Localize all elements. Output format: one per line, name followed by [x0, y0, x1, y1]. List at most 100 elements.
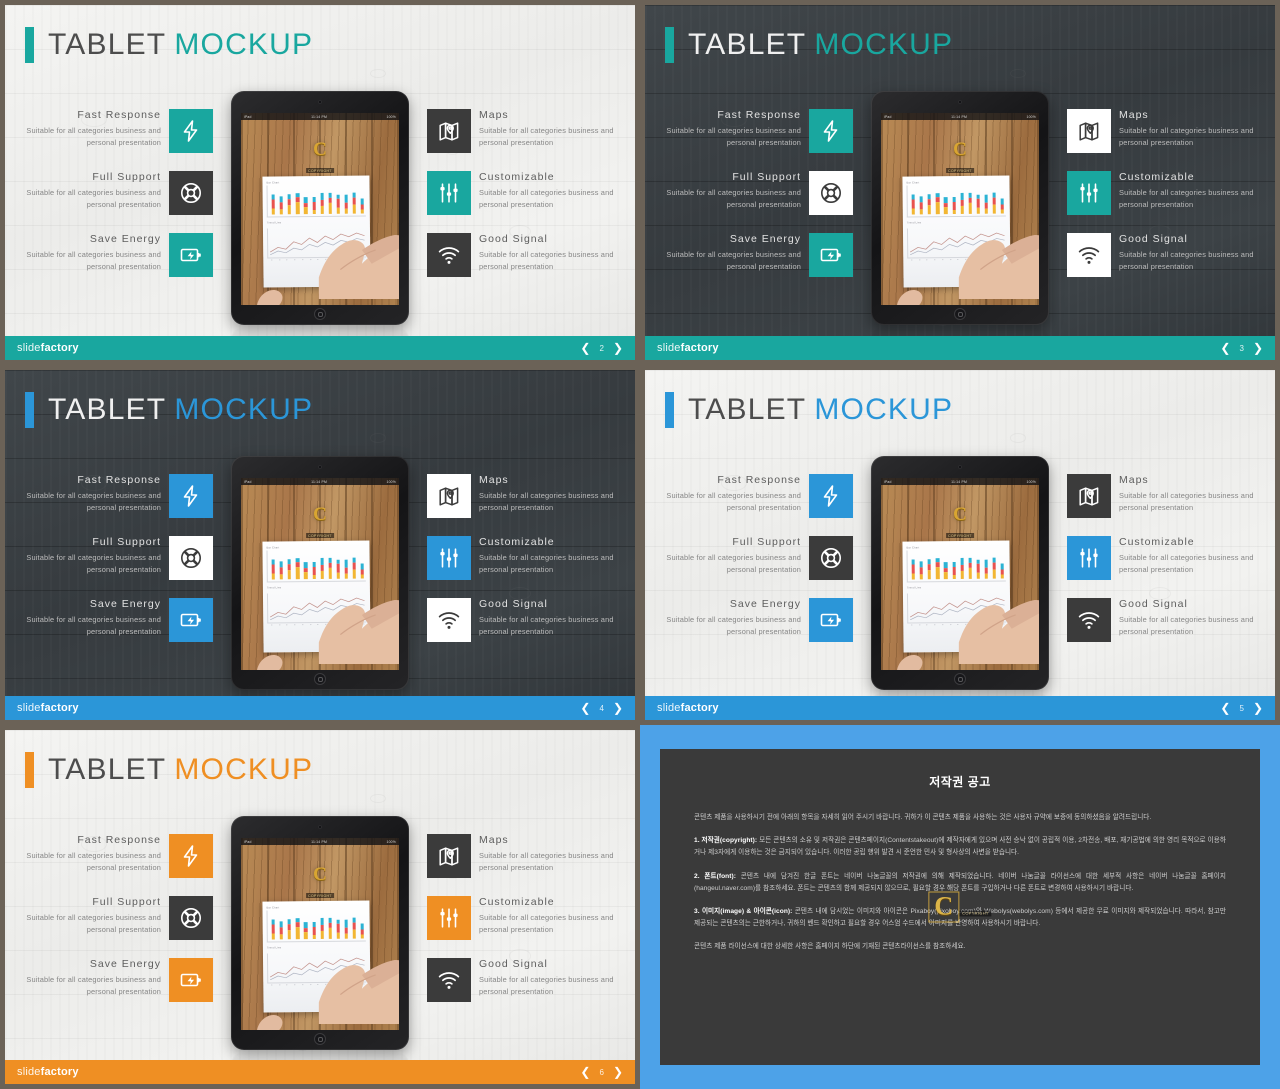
icon-box-map-pin-icon[interactable]: [427, 109, 471, 153]
feature-card-sliders[interactable]: Customizable Suitable for all categories …: [1067, 171, 1267, 215]
bar-group: [320, 918, 324, 940]
feature-card-battery-charge[interactable]: Save Energy Suitable for all categories b…: [653, 598, 853, 642]
feature-card-map-pin[interactable]: Maps Suitable for all categories business…: [427, 109, 627, 153]
bar-chart: [906, 184, 1007, 218]
feature-card-battery-charge[interactable]: Save Energy Suitable for all categories b…: [13, 598, 213, 642]
home-button[interactable]: [314, 308, 326, 320]
icon-box-wifi-icon[interactable]: [427, 233, 471, 277]
prev-slide-button[interactable]: ❮: [580, 702, 590, 714]
slide-blue-dark[interactable]: TABLET MOCKUP Fast Response Suitable for al…: [5, 370, 635, 720]
feature-card-lifebuoy[interactable]: Full Support Suitable for all categories …: [653, 171, 853, 215]
icon-box-map-pin-icon[interactable]: [427, 834, 471, 878]
feature-card-wifi[interactable]: Good Signal Suitable for all categories b…: [1067, 233, 1267, 277]
icon-box-bolt-icon[interactable]: [169, 474, 213, 518]
icon-box-map-pin-icon[interactable]: [427, 474, 471, 518]
thumbnail-cell[interactable]: TABLET MOCKUP Fast Response Suitable for al…: [640, 365, 1280, 725]
feature-card-battery-charge[interactable]: Save Energy Suitable for all categories b…: [13, 233, 213, 277]
feature-card-sliders[interactable]: Customizable Suitable for all categories …: [427, 896, 627, 940]
feature-card-map-pin[interactable]: Maps Suitable for all categories business…: [1067, 109, 1267, 153]
next-slide-button[interactable]: ❯: [613, 1066, 623, 1078]
icon-box-battery-charge-icon[interactable]: [169, 233, 213, 277]
icon-box-sliders-icon[interactable]: [1067, 536, 1111, 580]
slide-teal-dark[interactable]: TABLET MOCKUP Fast Response Suitable for al…: [645, 5, 1275, 360]
slide-title: TABLET MOCKUP: [25, 27, 313, 63]
icon-box-sliders-icon[interactable]: [427, 896, 471, 940]
thumbnail-cell[interactable]: TABLET MOCKUP Fast Response Suitable for al…: [0, 725, 640, 1089]
feature-card-wifi[interactable]: Good Signal Suitable for all categories b…: [1067, 598, 1267, 642]
prev-slide-button[interactable]: ❮: [1220, 702, 1230, 714]
next-slide-button[interactable]: ❯: [613, 342, 623, 354]
prev-slide-button[interactable]: ❮: [580, 1066, 590, 1078]
bar-group: [271, 919, 276, 940]
feature-card-bolt[interactable]: Fast Response Suitable for all categories…: [13, 109, 213, 153]
slide-teal-light[interactable]: TABLET MOCKUP Fast Response Suitable for al…: [5, 5, 635, 360]
tablet-device[interactable]: iPad 11:14 PM 100% Bar Chart Trend Line C COPY…: [871, 456, 1049, 690]
home-button[interactable]: [314, 1033, 326, 1045]
brand-part-2: factory: [40, 702, 79, 714]
thumbnail-cell[interactable]: TABLET MOCKUP Fast Response Suitable for al…: [0, 365, 640, 725]
icon-box-sliders-icon[interactable]: [427, 171, 471, 215]
feature-card-wifi[interactable]: Good Signal Suitable for all categories b…: [427, 598, 627, 642]
slide-blue-light[interactable]: TABLET MOCKUP Fast Response Suitable for al…: [645, 370, 1275, 720]
feature-card-map-pin[interactable]: Maps Suitable for all categories business…: [1067, 474, 1267, 518]
prev-slide-button[interactable]: ❮: [1220, 342, 1230, 354]
icon-box-wifi-icon[interactable]: [427, 958, 471, 1002]
feature-column-right: Maps Suitable for all categories business…: [427, 109, 627, 295]
feature-title: Fast Response: [717, 109, 801, 121]
icon-box-bolt-icon[interactable]: [809, 474, 853, 518]
feature-card-sliders[interactable]: Customizable Suitable for all categories …: [427, 536, 627, 580]
feature-card-lifebuoy[interactable]: Full Support Suitable for all categories …: [13, 896, 213, 940]
icon-box-battery-charge-icon[interactable]: [169, 958, 213, 1002]
icon-box-wifi-icon[interactable]: [1067, 233, 1111, 277]
icon-box-battery-charge-icon[interactable]: [169, 598, 213, 642]
icon-box-wifi-icon[interactable]: [1067, 598, 1111, 642]
home-button[interactable]: [954, 673, 966, 685]
icon-box-bolt-icon[interactable]: [169, 834, 213, 878]
icon-box-lifebuoy-icon[interactable]: [169, 536, 213, 580]
icon-box-lifebuoy-icon[interactable]: [809, 171, 853, 215]
tablet-device[interactable]: iPad 11:14 PM 100% Bar Chart Trend Line C COPY…: [871, 91, 1049, 325]
icon-box-lifebuoy-icon[interactable]: [169, 171, 213, 215]
icon-box-sliders-icon[interactable]: [1067, 171, 1111, 215]
feature-card-bolt[interactable]: Fast Response Suitable for all categories…: [653, 474, 853, 518]
icon-box-battery-charge-icon[interactable]: [809, 233, 853, 277]
tablet-device[interactable]: iPad 11:14 PM 100% Bar Chart Trend Line C COPY…: [231, 91, 409, 325]
feature-text: Full Support Suitable for all categories …: [659, 536, 809, 576]
feature-card-map-pin[interactable]: Maps Suitable for all categories business…: [427, 474, 627, 518]
icon-box-battery-charge-icon[interactable]: [809, 598, 853, 642]
prev-slide-button[interactable]: ❮: [580, 342, 590, 354]
feature-card-lifebuoy[interactable]: Full Support Suitable for all categories …: [13, 171, 213, 215]
feature-title: Full Support: [92, 896, 161, 908]
feature-card-lifebuoy[interactable]: Full Support Suitable for all categories …: [13, 536, 213, 580]
home-button[interactable]: [314, 673, 326, 685]
feature-card-battery-charge[interactable]: Save Energy Suitable for all categories b…: [13, 958, 213, 1002]
icon-box-map-pin-icon[interactable]: [1067, 474, 1111, 518]
next-slide-button[interactable]: ❯: [613, 702, 623, 714]
feature-card-bolt[interactable]: Fast Response Suitable for all categories…: [653, 109, 853, 153]
thumbnail-cell[interactable]: TABLET MOCKUP Fast Response Suitable for al…: [640, 0, 1280, 365]
icon-box-map-pin-icon[interactable]: [1067, 109, 1111, 153]
home-button[interactable]: [954, 308, 966, 320]
front-camera-icon: [318, 100, 322, 104]
thumbnail-cell[interactable]: TABLET MOCKUP Fast Response Suitable for al…: [0, 0, 640, 365]
next-slide-button[interactable]: ❯: [1253, 342, 1263, 354]
feature-card-wifi[interactable]: Good Signal Suitable for all categories b…: [427, 958, 627, 1002]
icon-box-bolt-icon[interactable]: [169, 109, 213, 153]
feature-card-map-pin[interactable]: Maps Suitable for all categories business…: [427, 834, 627, 878]
slide-orange-light[interactable]: TABLET MOCKUP Fast Response Suitable for al…: [5, 730, 635, 1084]
next-slide-button[interactable]: ❯: [1253, 702, 1263, 714]
feature-card-sliders[interactable]: Customizable Suitable for all categories …: [427, 171, 627, 215]
icon-box-wifi-icon[interactable]: [427, 598, 471, 642]
feature-card-sliders[interactable]: Customizable Suitable for all categories …: [1067, 536, 1267, 580]
icon-box-bolt-icon[interactable]: [809, 109, 853, 153]
tablet-device[interactable]: iPad 11:14 PM 100% Bar Chart Trend Line C COPY…: [231, 456, 409, 690]
feature-card-lifebuoy[interactable]: Full Support Suitable for all categories …: [653, 536, 853, 580]
feature-card-bolt[interactable]: Fast Response Suitable for all categories…: [13, 474, 213, 518]
feature-card-bolt[interactable]: Fast Response Suitable for all categories…: [13, 834, 213, 878]
feature-card-battery-charge[interactable]: Save Energy Suitable for all categories b…: [653, 233, 853, 277]
tablet-device[interactable]: iPad 11:14 PM 100% Bar Chart Trend Line C COPY…: [231, 816, 409, 1050]
icon-box-sliders-icon[interactable]: [427, 536, 471, 580]
icon-box-lifebuoy-icon[interactable]: [169, 896, 213, 940]
icon-box-lifebuoy-icon[interactable]: [809, 536, 853, 580]
feature-card-wifi[interactable]: Good Signal Suitable for all categories b…: [427, 233, 627, 277]
